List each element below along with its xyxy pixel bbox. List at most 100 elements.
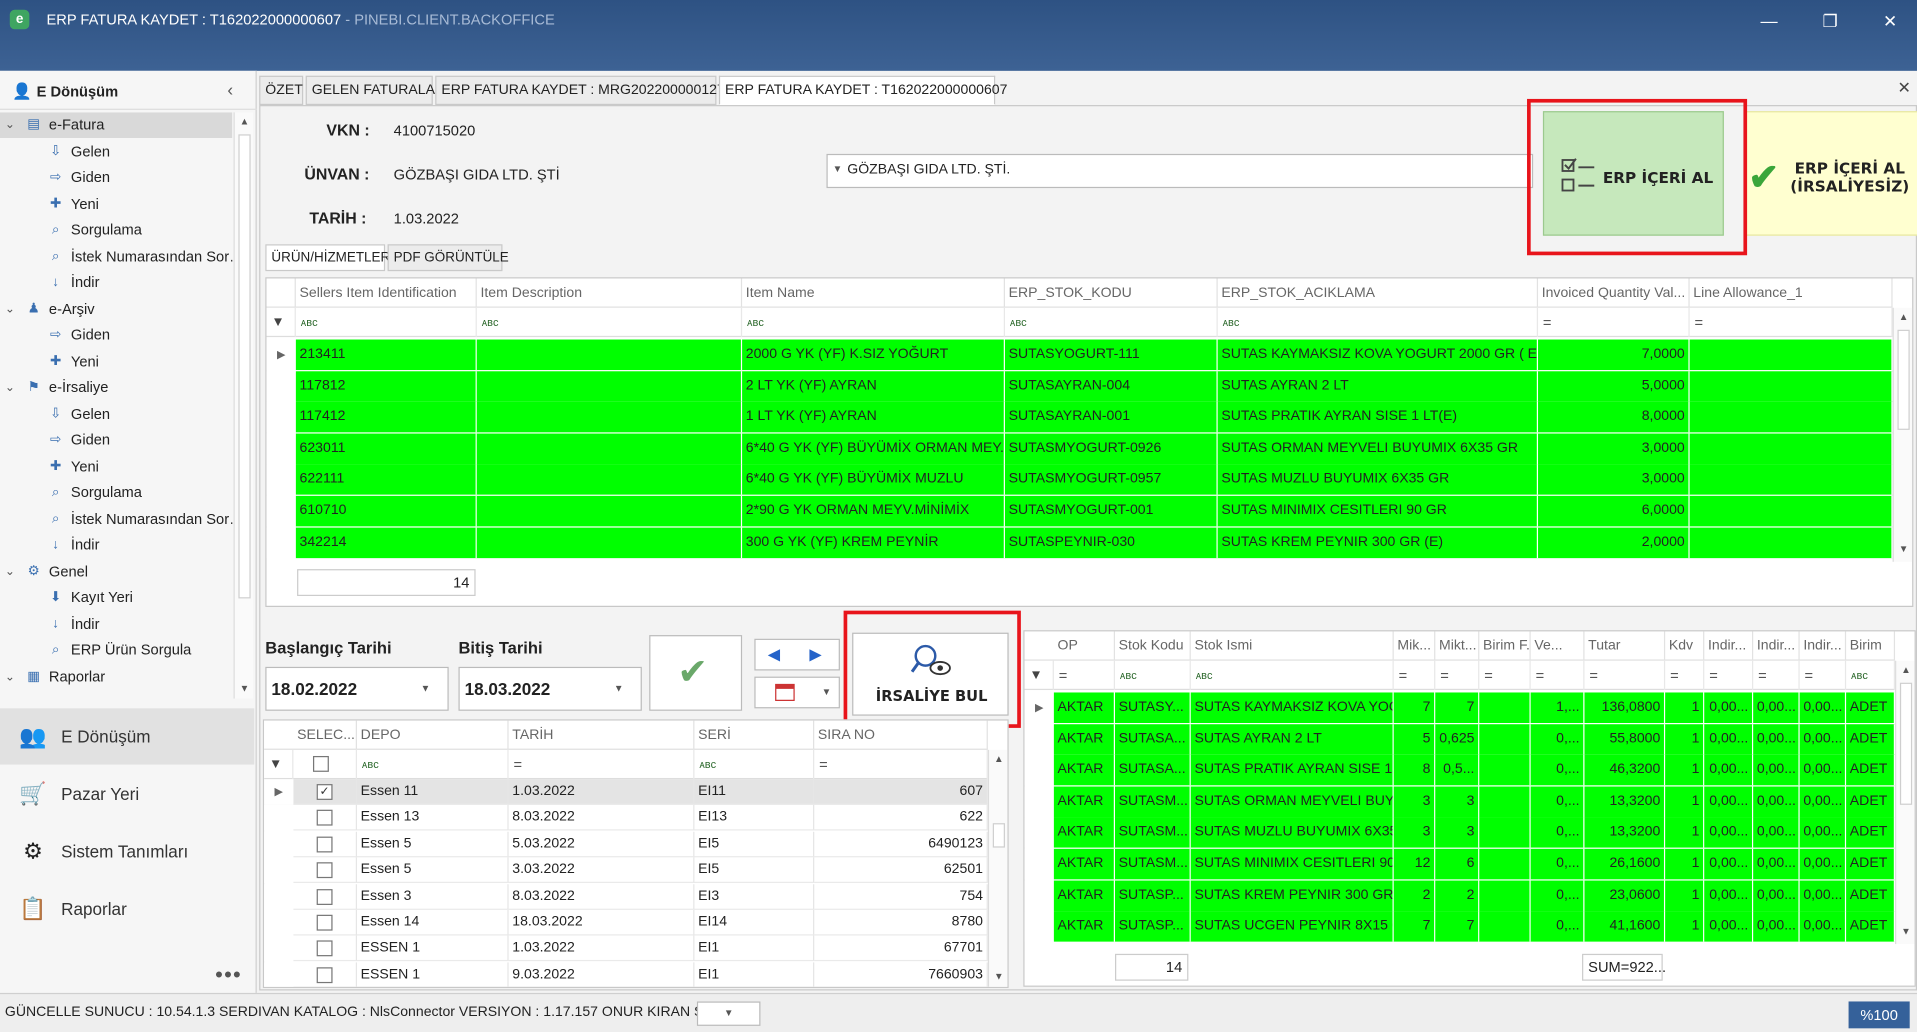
scroll-up-icon[interactable]: ▲	[1899, 663, 1914, 678]
filter-cell[interactable]: =	[1753, 660, 1800, 691]
scroll-thumb[interactable]	[992, 823, 1005, 848]
filter-cell[interactable]: =	[1479, 660, 1531, 691]
filter-icon[interactable]: ▼	[267, 307, 296, 338]
document-tab[interactable]: ERP FATURA KAYDET : MRG2022000001275	[435, 75, 733, 106]
product-row[interactable]: 117412 1 LT YK (YF) AYRAN SUTASAYRAN-001 SU…	[266, 402, 1893, 433]
expand-icon[interactable]: ⌄	[5, 296, 15, 322]
filter-cell[interactable]: =	[1665, 660, 1705, 691]
column-header[interactable]: DEPO	[357, 720, 509, 750]
dispatch-row[interactable]: Essen 5 3.03.2022 EI5 62501	[264, 857, 988, 884]
tree-item[interactable]: ⌕ ERP Ürün Sorgula	[0, 638, 232, 664]
minimize-button[interactable]: —	[1751, 7, 1788, 34]
tree-item[interactable]: ⌄ ⚑ e-İrsaliye	[0, 375, 232, 401]
scroll-thumb[interactable]	[1899, 682, 1913, 805]
column-header[interactable]: OP	[1054, 631, 1116, 661]
select-cell[interactable]	[293, 935, 357, 962]
column-header[interactable]: Invoiced Quantity Val...	[1538, 278, 1690, 308]
end-date-input[interactable]: 18.03.2022 ▼	[458, 666, 642, 711]
column-header[interactable]: Ve...	[1531, 631, 1585, 661]
tree-item[interactable]: ⌄ ⚙ Genel	[0, 559, 232, 585]
company-select[interactable]: ▼ GÖZBAŞI GIDA LTD. ŞTİ.	[826, 153, 1534, 189]
column-header[interactable]: Mik...	[1394, 631, 1436, 661]
nav-item[interactable]: 👥 E Dönüşüm	[0, 708, 255, 765]
erp-import-no-dispatch-button[interactable]: ✔ ERP İÇERİ AL (İRSALİYESİZ)	[1744, 111, 1917, 236]
filter-cell[interactable]: ᴀʙc	[1846, 660, 1896, 691]
dispatch-row[interactable]: Essen 5 5.03.2022 EI5 6490123	[264, 831, 988, 858]
invoice-line-row[interactable]: AKTAR SUTASA... SUTAS AYRAN 2 LT 5 0,625 0,..…	[1024, 723, 1896, 755]
select-checkbox[interactable]: ✓	[316, 784, 333, 800]
filter-cell[interactable]: =	[1690, 307, 1893, 338]
column-header[interactable]: Item Name	[742, 278, 1005, 308]
column-header[interactable]: SERİ	[694, 720, 815, 750]
filter-cell[interactable]: =	[1704, 660, 1754, 691]
invoice-line-row[interactable]: AKTAR SUTASM... SUTAS MUZLU BUYUMIX 6X35 .…	[1024, 817, 1896, 849]
column-header[interactable]: Kdv	[1665, 631, 1705, 661]
close-tab-icon[interactable]: ✕	[1897, 78, 1910, 98]
product-row[interactable]: 342214 300 G YK (YF) KREM PEYNİR SUTASPEYN…	[266, 527, 1893, 558]
invoice-line-row[interactable]: AKTARSUTASM...SUTAS ORMAN MEYVELI BUYU..…	[1024, 786, 1896, 817]
select-checkbox[interactable]	[316, 836, 333, 853]
tree-item[interactable]: ⇨ Giden	[0, 427, 232, 453]
invoice-line-row[interactable]: AKTAR SUTASP... SUTAS UCGEN PEYNIR 8X15 GR…	[1024, 911, 1896, 942]
tree-item[interactable]: ⇨ Giden	[0, 165, 232, 191]
tree-item[interactable]: ↓ İndir	[0, 611, 232, 637]
close-button[interactable]: ✕	[1872, 7, 1909, 34]
start-date-input[interactable]: 18.02.2022 ▼	[265, 666, 449, 711]
column-header[interactable]: Indir...	[1800, 631, 1847, 661]
document-tab[interactable]: ERP FATURA KAYDET : T162022000000607	[718, 75, 1007, 106]
lines-scrollbar[interactable]: ▲ ▼	[1895, 660, 1915, 945]
filter-cell[interactable]: ᴀʙc	[1115, 660, 1191, 691]
apply-date-button[interactable]: ✔	[649, 635, 743, 711]
previous-icon[interactable]: ◀	[768, 645, 780, 665]
dispatch-row[interactable]: ESSEN 1 1.03.2022 EI1 67701	[264, 935, 988, 962]
collapse-sidebar-icon[interactable]: ‹	[227, 79, 233, 99]
tree-item[interactable]: ↓ İndir	[0, 532, 232, 558]
tree-item[interactable]: ✚ Yeni	[0, 454, 232, 480]
filter-cell[interactable]: =	[1800, 660, 1847, 691]
dispatch-row[interactable]: ESSEN 1 9.03.2022 EI1 7660903	[264, 962, 988, 987]
inner-tab[interactable]: PDF GÖRÜNTÜLE	[387, 244, 509, 272]
product-row[interactable]: ▶ 213411 2000 G YK (YF) K.SIZ YOĞURT SUTASY…	[266, 339, 1893, 371]
select-checkbox[interactable]	[316, 967, 333, 983]
filter-cell[interactable]: ᴀʙc	[477, 307, 743, 338]
nav-item[interactable]: 📋 Raporlar	[0, 881, 254, 937]
scroll-up-icon[interactable]: ▲	[1896, 310, 1911, 325]
filter-cell[interactable]: =	[814, 749, 988, 780]
tree-item[interactable]: ↓ İndir	[0, 270, 232, 296]
filter-cell[interactable]: =	[1584, 660, 1666, 691]
tree-item[interactable]: ✚ Yeni	[0, 349, 232, 375]
invoice-line-row[interactable]: AKTAR SUTASM... SUTAS MINIMIX CESITLERI 90…	[1024, 848, 1896, 880]
filter-icon[interactable]: ▼	[264, 749, 294, 780]
dispatch-row[interactable]: Essen 13 8.03.2022 EI13 622	[264, 805, 988, 831]
nav-item[interactable]: 🛒 Pazar Yeri	[0, 766, 254, 822]
select-checkbox[interactable]	[316, 888, 333, 905]
scroll-up-icon[interactable]: ▲	[237, 115, 252, 130]
column-header[interactable]: Line Allowance_1	[1690, 278, 1893, 308]
restore-button[interactable]: ❐	[1812, 7, 1849, 34]
products-scrollbar[interactable]: ▲ ▼	[1892, 307, 1913, 562]
filter-cell[interactable]: =	[1394, 660, 1436, 691]
dispatch-row[interactable]: ▶ ✓ Essen 11 1.03.2022 EI11 607	[264, 779, 988, 805]
column-header[interactable]: Indir...	[1753, 631, 1800, 661]
filter-cell[interactable]: ᴀʙc	[1191, 660, 1394, 691]
tree-item[interactable]: ⬇ Kayıt Yeri	[0, 585, 232, 611]
select-checkbox[interactable]	[316, 940, 333, 957]
filter-cell[interactable]: ᴀʙc	[1005, 307, 1218, 338]
tree-item[interactable]: ⌄ ♟ e-Arşiv	[0, 296, 232, 322]
next-icon[interactable]: ▶	[809, 645, 821, 665]
column-header[interactable]: Tutar	[1584, 631, 1666, 661]
expand-icon[interactable]: ⌄	[5, 375, 15, 401]
filter-cell[interactable]: =	[1054, 660, 1116, 691]
column-header[interactable]: ERP_STOK_KODU	[1005, 278, 1218, 308]
more-options-icon[interactable]: •••	[215, 962, 242, 988]
tree-item[interactable]: ⇨ Giden	[0, 322, 232, 348]
select-all-checkbox[interactable]	[312, 755, 329, 772]
tree-item[interactable]: ⌄ ▤ e-Fatura	[0, 112, 233, 139]
column-header[interactable]: Indir...	[1704, 631, 1754, 661]
tree-item[interactable]: ⌄ ▦ Raporlar	[0, 664, 232, 690]
tree-item[interactable]: ⇩ Gelen	[0, 139, 232, 165]
expand-icon[interactable]: ⌄	[5, 559, 15, 585]
tree-item[interactable]: ⇩ Gelen	[0, 401, 232, 427]
scroll-up-icon[interactable]: ▲	[992, 752, 1007, 767]
select-cell[interactable]	[293, 805, 357, 831]
